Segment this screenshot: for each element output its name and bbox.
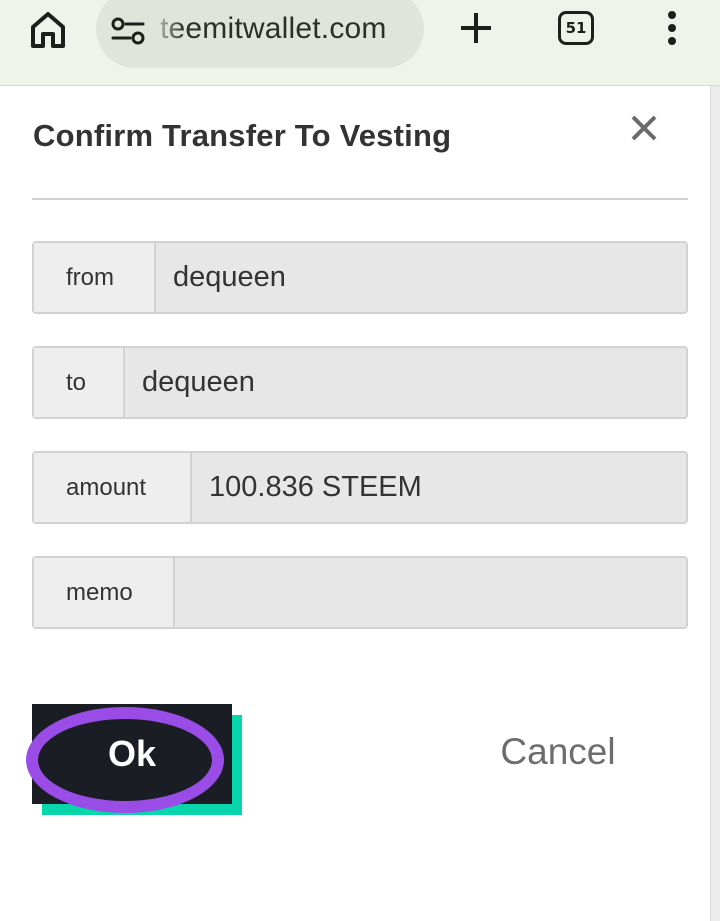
from-label: from	[34, 243, 156, 312]
amount-value[interactable]: 100.836 STEEM	[192, 453, 686, 522]
site-settings-icon	[111, 17, 145, 45]
browser-toolbar: teemitwallet.com 51	[0, 0, 720, 86]
cancel-button[interactable]: Cancel	[480, 722, 636, 782]
amount-label: amount	[34, 453, 192, 522]
to-value[interactable]: dequeen	[125, 348, 686, 417]
to-label: to	[34, 348, 125, 417]
ok-button[interactable]: Ok	[32, 704, 232, 804]
address-bar[interactable]: teemitwallet.com	[96, 0, 424, 68]
home-button[interactable]	[24, 6, 72, 54]
tabs-icon: 51	[558, 11, 594, 45]
memo-field: memo	[32, 556, 688, 629]
url-text: teemitwallet.com	[160, 12, 387, 45]
tab-switcher-button[interactable]: 51	[552, 4, 600, 52]
more-vert-icon	[668, 11, 676, 45]
close-button[interactable]	[624, 108, 664, 148]
home-icon	[31, 12, 65, 48]
new-tab-button[interactable]	[452, 4, 500, 52]
memo-value[interactable]	[175, 558, 686, 627]
close-icon	[631, 115, 657, 141]
plus-icon	[461, 13, 491, 43]
from-field: from dequeen	[32, 241, 688, 314]
site-settings-button[interactable]	[110, 13, 146, 49]
to-field: to dequeen	[32, 346, 688, 419]
page-edge	[710, 86, 720, 921]
ok-button-label: Ok	[107, 733, 157, 774]
memo-label: memo	[34, 558, 175, 627]
amount-field: amount 100.836 STEEM	[32, 451, 688, 524]
browser-menu-button[interactable]	[650, 4, 694, 52]
dialog-title: Confirm Transfer To Vesting	[33, 118, 452, 153]
from-value[interactable]: dequeen	[156, 243, 686, 312]
title-divider	[32, 198, 688, 200]
